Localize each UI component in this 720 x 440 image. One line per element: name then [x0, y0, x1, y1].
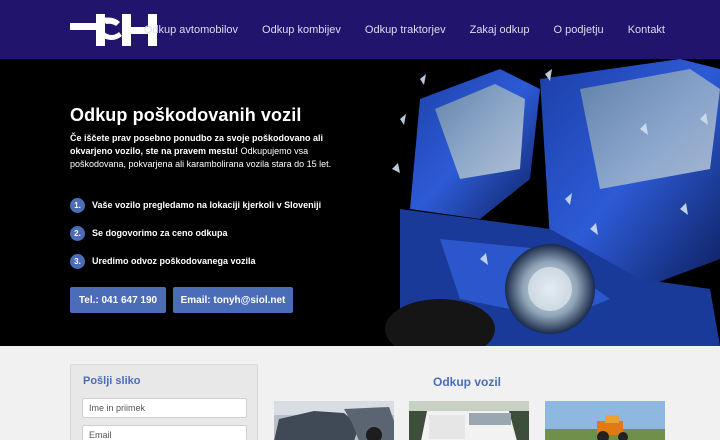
form-title: Pošlji sliko	[83, 375, 141, 387]
name-input[interactable]	[82, 398, 247, 418]
step-item: 2. Se dogovorimo za ceno odkupa	[70, 219, 321, 247]
step-item: 3. Uredimo odvoz poškodovanega vozila	[70, 247, 321, 275]
email-button[interactable]: Email: tonyh@siol.net	[173, 287, 293, 313]
hero-section: Odkup poškodovanih vozil Če iščete prav …	[0, 59, 720, 346]
email-input[interactable]	[82, 425, 247, 440]
step-text: Se dogovorimo za ceno odkupa	[92, 228, 228, 238]
step-item: 1. Vaše vozilo pregledamo na lokaciji kj…	[70, 191, 321, 219]
hero-description: Če iščete prav posebno ponudbo za svoje …	[70, 132, 360, 171]
nav-o-podjetju[interactable]: O podjetju	[554, 24, 604, 36]
upload-form: Pošlji sliko	[70, 364, 258, 440]
step-number: 3.	[70, 253, 85, 269]
steps-list: 1. Vaše vozilo pregledamo na lokaciji kj…	[70, 191, 321, 275]
phone-button[interactable]: Tel.: 041 647 190	[70, 287, 166, 313]
step-text: Vaše vozilo pregledamo na lokaciji kjerk…	[92, 200, 322, 210]
nav-odkup-kombijev[interactable]: Odkup kombijev	[262, 24, 341, 36]
step-text: Uredimo odvoz poškodovanega vozila	[92, 256, 256, 266]
step-number: 1.	[70, 197, 85, 213]
hero-title: Odkup poškodovanih vozil	[70, 105, 302, 125]
site-header: Odkup avtomobilov Odkup kombijev Odkup t…	[0, 0, 720, 59]
gallery-title: Odkup vozil	[433, 375, 502, 389]
nav-kontakt[interactable]: Kontakt	[628, 24, 665, 36]
gallery-image-tractor[interactable]	[545, 401, 665, 440]
nav-odkup-avtomobilov[interactable]: Odkup avtomobilov	[144, 24, 238, 36]
nav-zakaj-odkup[interactable]: Zakaj odkup	[470, 24, 530, 36]
crashed-car-image	[380, 59, 720, 346]
gallery-image-car[interactable]	[274, 401, 394, 440]
lower-section: Pošlji sliko Odkup vozil	[0, 346, 720, 440]
step-number: 2.	[70, 225, 85, 241]
gallery-image-van[interactable]	[409, 401, 529, 440]
nav-odkup-traktorjev[interactable]: Odkup traktorjev	[365, 24, 446, 36]
main-nav: Odkup avtomobilov Odkup kombijev Odkup t…	[144, 0, 720, 59]
